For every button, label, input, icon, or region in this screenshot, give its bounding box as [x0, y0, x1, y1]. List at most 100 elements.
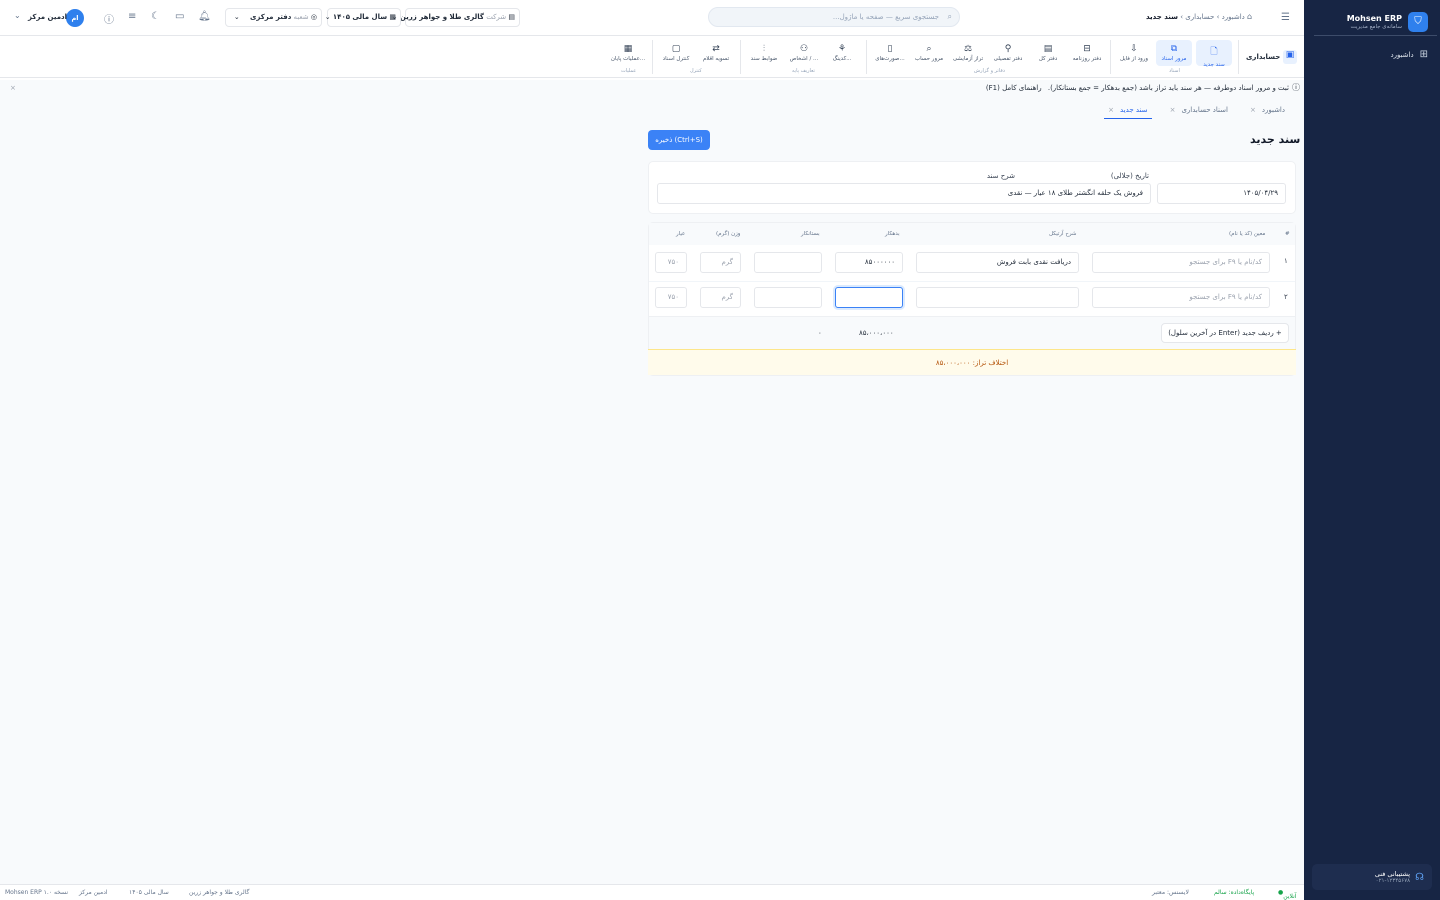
license-status: لایسنس: معتبر — [1152, 889, 1189, 896]
desc-field[interactable]: فروش یک حلقه انگشتر طلای ۱۸ عیار — نقدی — [657, 183, 1151, 204]
toolbar-statements[interactable]: ▯ صورت‌های... — [870, 40, 910, 66]
list-icon[interactable]: ≡ — [128, 11, 136, 22]
chevron-down-icon[interactable]: ⌄ — [14, 11, 21, 20]
notes-icon[interactable]: ▭ — [175, 11, 184, 22]
chevron-down-icon: ⌄ — [233, 13, 240, 21]
article-desc-input[interactable] — [916, 287, 1079, 308]
weight-placeholder: گرم — [721, 293, 733, 301]
balance-diff-warning: اختلاف تراز: ۸۵،۰۰۰،۰۰۰ — [648, 349, 1296, 375]
toolbar-label: دفتر روزنامه — [1072, 56, 1102, 62]
toolbar-label: تراز آزمایشی — [952, 56, 984, 62]
total-credit: ۰ — [818, 329, 822, 337]
calendar-icon: ▦ — [389, 13, 396, 21]
toolbar-journal[interactable]: ⊟ دفتر روزنامه — [1068, 40, 1106, 66]
col-header-debit: بدهکار — [885, 231, 900, 237]
toolbar-trial-balance[interactable]: ⚖ تراز آزمایشی — [948, 40, 988, 66]
topbar: ☰ ⌂ داشبورد › حسابداری › سند جدید جستجوی… — [0, 0, 1304, 36]
col-header-credit: بستانکار — [801, 231, 820, 237]
search-input[interactable]: جستجوی سریع — صفحه یا ماژول... ⌕ — [708, 7, 960, 27]
banner-text: ثبت و مرور اسناد دوطرفه — هر سند باید تر… — [1047, 84, 1289, 92]
toolbar-label: مرور حساب — [914, 56, 944, 62]
date-field[interactable]: ۱۴۰۵/۰۴/۲۹ — [1157, 183, 1286, 204]
year-value: سال مالی ۱۴۰۵ — [332, 13, 388, 21]
breadcrumb-item[interactable]: حسابداری — [1185, 13, 1214, 21]
toolbar-general-ledger[interactable]: ▤ دفتر کل — [1032, 40, 1064, 66]
save-button[interactable]: ذخیره (Ctrl+S) — [648, 130, 710, 150]
toolbar-new-doc[interactable]: 🗋︎ سند جدید — [1196, 40, 1232, 68]
home-icon[interactable]: ⌂ — [1247, 12, 1252, 21]
company-selector[interactable]: ▤ شرکت گالری طلا و جواهر زرین ⌄ — [392, 8, 520, 27]
brand-name: Mohsen ERP — [1346, 13, 1402, 23]
col-header-karat: عیار — [676, 231, 686, 237]
main-content: داشبورد × اسناد حسابداری × سند جدید × سند ج… — [0, 96, 1304, 884]
toolbar-control-docs[interactable]: ▢ کنترل اسناد — [658, 40, 694, 66]
new-doc-icon: 🗋︎ — [1210, 47, 1218, 57]
add-row-button[interactable]: + ردیف جدید (Enter در آخرین سلول) — [1161, 323, 1289, 343]
toolbar-label: دفتر کل — [1038, 56, 1058, 62]
moon-icon[interactable]: ☾ — [151, 11, 160, 22]
account-placeholder: کد/نام یا F۹ برای جستجو — [1189, 293, 1262, 301]
status-user: ادمین مرکز — [79, 889, 108, 896]
toolbar-settle[interactable]: ⇄ تسویه اقلام — [698, 40, 734, 66]
detail-icon: ⚲ — [1004, 44, 1012, 54]
toolbar-account-review[interactable]: ⌕ مرور حساب — [910, 40, 948, 66]
avatar[interactable]: ام — [66, 9, 84, 27]
help-icon[interactable]: ⓘ — [104, 11, 114, 26]
brand-subtitle: سامانه‌ی جامع مدیریت — [1350, 23, 1402, 30]
tab-dashboard[interactable]: داشبورد × — [1246, 104, 1289, 119]
toolbar-detail-ledger[interactable]: ⚲ دفتر تفصیلی — [988, 40, 1028, 66]
breadcrumb-current: سند جدید — [1146, 13, 1178, 21]
credit-input[interactable] — [754, 287, 822, 308]
close-icon[interactable]: × — [10, 80, 16, 96]
sidebar-item-dashboard[interactable]: ⊞ داشبورد — [1304, 49, 1440, 60]
rules-icon: ⫶ — [762, 44, 766, 54]
breadcrumb-item[interactable]: داشبورد — [1222, 13, 1245, 21]
toolbar-label: تسویه اقلام — [702, 56, 730, 62]
karat-input[interactable]: ۷۵۰ — [655, 287, 687, 308]
headset-icon: ☊ — [1415, 871, 1424, 883]
tab-new-doc[interactable]: سند جدید × — [1104, 104, 1152, 119]
debit-input[interactable] — [835, 287, 903, 308]
account-input[interactable]: کد/نام یا F۹ برای جستجو — [1092, 287, 1270, 308]
group-label: عملیات — [621, 68, 637, 74]
weight-input[interactable]: گرم — [700, 252, 741, 273]
account-input[interactable]: کد/نام یا F۹ برای جستجو — [1092, 252, 1270, 273]
settle-icon: ⇄ — [712, 44, 720, 54]
accounting-module-icon: ▣ — [1283, 50, 1297, 64]
help-link[interactable]: راهنمای کامل (F1) — [986, 84, 1042, 92]
toolbar-browse-docs[interactable]: ⧉ مرور اسناد — [1156, 40, 1192, 66]
karat-input[interactable]: ۷۵۰ — [655, 252, 687, 273]
branch-selector[interactable]: ◎ شعبه دفتر مرکزی ⌄ — [225, 8, 322, 27]
row-number: ۲ — [1284, 293, 1288, 301]
control-icon: ▢ — [671, 44, 681, 54]
debit-input[interactable]: ۸۵۰۰۰۰۰۰ — [835, 252, 903, 273]
support-card[interactable]: ☊ پشتیبانی فنی ۰۲۱-۱۲۳۴۵۶۷۸ — [1312, 864, 1432, 890]
group-label: اسناد — [1169, 68, 1180, 74]
close-icon[interactable]: × — [1108, 106, 1114, 114]
article-desc-input[interactable]: دریافت نقدی بابت فروش — [916, 252, 1079, 273]
credit-input[interactable] — [754, 252, 822, 273]
toolbar-coding[interactable]: ⚘ کدینگ... — [824, 40, 860, 66]
info-banner: ⓘ ثبت و مرور اسناد دوطرفه — هر سند باید … — [0, 80, 1304, 96]
fiscal-year-selector[interactable]: ▦ سال مالی ۱۴۰۵ ⌄ — [325, 8, 401, 27]
toolbar-label: دفتر تفصیلی — [993, 56, 1023, 62]
toolbar-import[interactable]: ⇩ ورود از فایل — [1116, 40, 1152, 66]
close-icon[interactable]: × — [1250, 106, 1256, 114]
menu-icon[interactable]: ☰ — [1281, 12, 1290, 23]
close-icon[interactable]: × — [1170, 106, 1176, 114]
col-header-num: # — [1285, 231, 1290, 237]
user-name[interactable]: ادمین مرکز — [28, 13, 67, 21]
support-phone: ۰۲۱-۱۲۳۴۵۶۷۸ — [1375, 878, 1411, 884]
toolbar-doc-rules[interactable]: ⫶ ضوابط سند — [746, 40, 782, 66]
toolbar-people[interactable]: ⚇ اشخاص / ... — [786, 40, 822, 66]
tab-label: سند جدید — [1120, 106, 1148, 114]
karat-placeholder: ۷۵۰ — [667, 258, 679, 266]
account-placeholder: کد/نام یا F۹ برای جستجو — [1189, 258, 1262, 266]
search-icon: ⌕ — [926, 44, 932, 54]
toolbar-year-end[interactable]: ▦ عملیات پایان... — [608, 40, 648, 66]
weight-input[interactable]: گرم — [700, 287, 741, 308]
tab-accounting-docs[interactable]: اسناد حسابداری × — [1166, 104, 1232, 119]
col-header-desc: شرح آرتیکل — [1049, 231, 1077, 237]
import-icon: ⇩ — [1130, 44, 1138, 54]
bell-icon[interactable]: 🔔︎ — [198, 11, 211, 22]
